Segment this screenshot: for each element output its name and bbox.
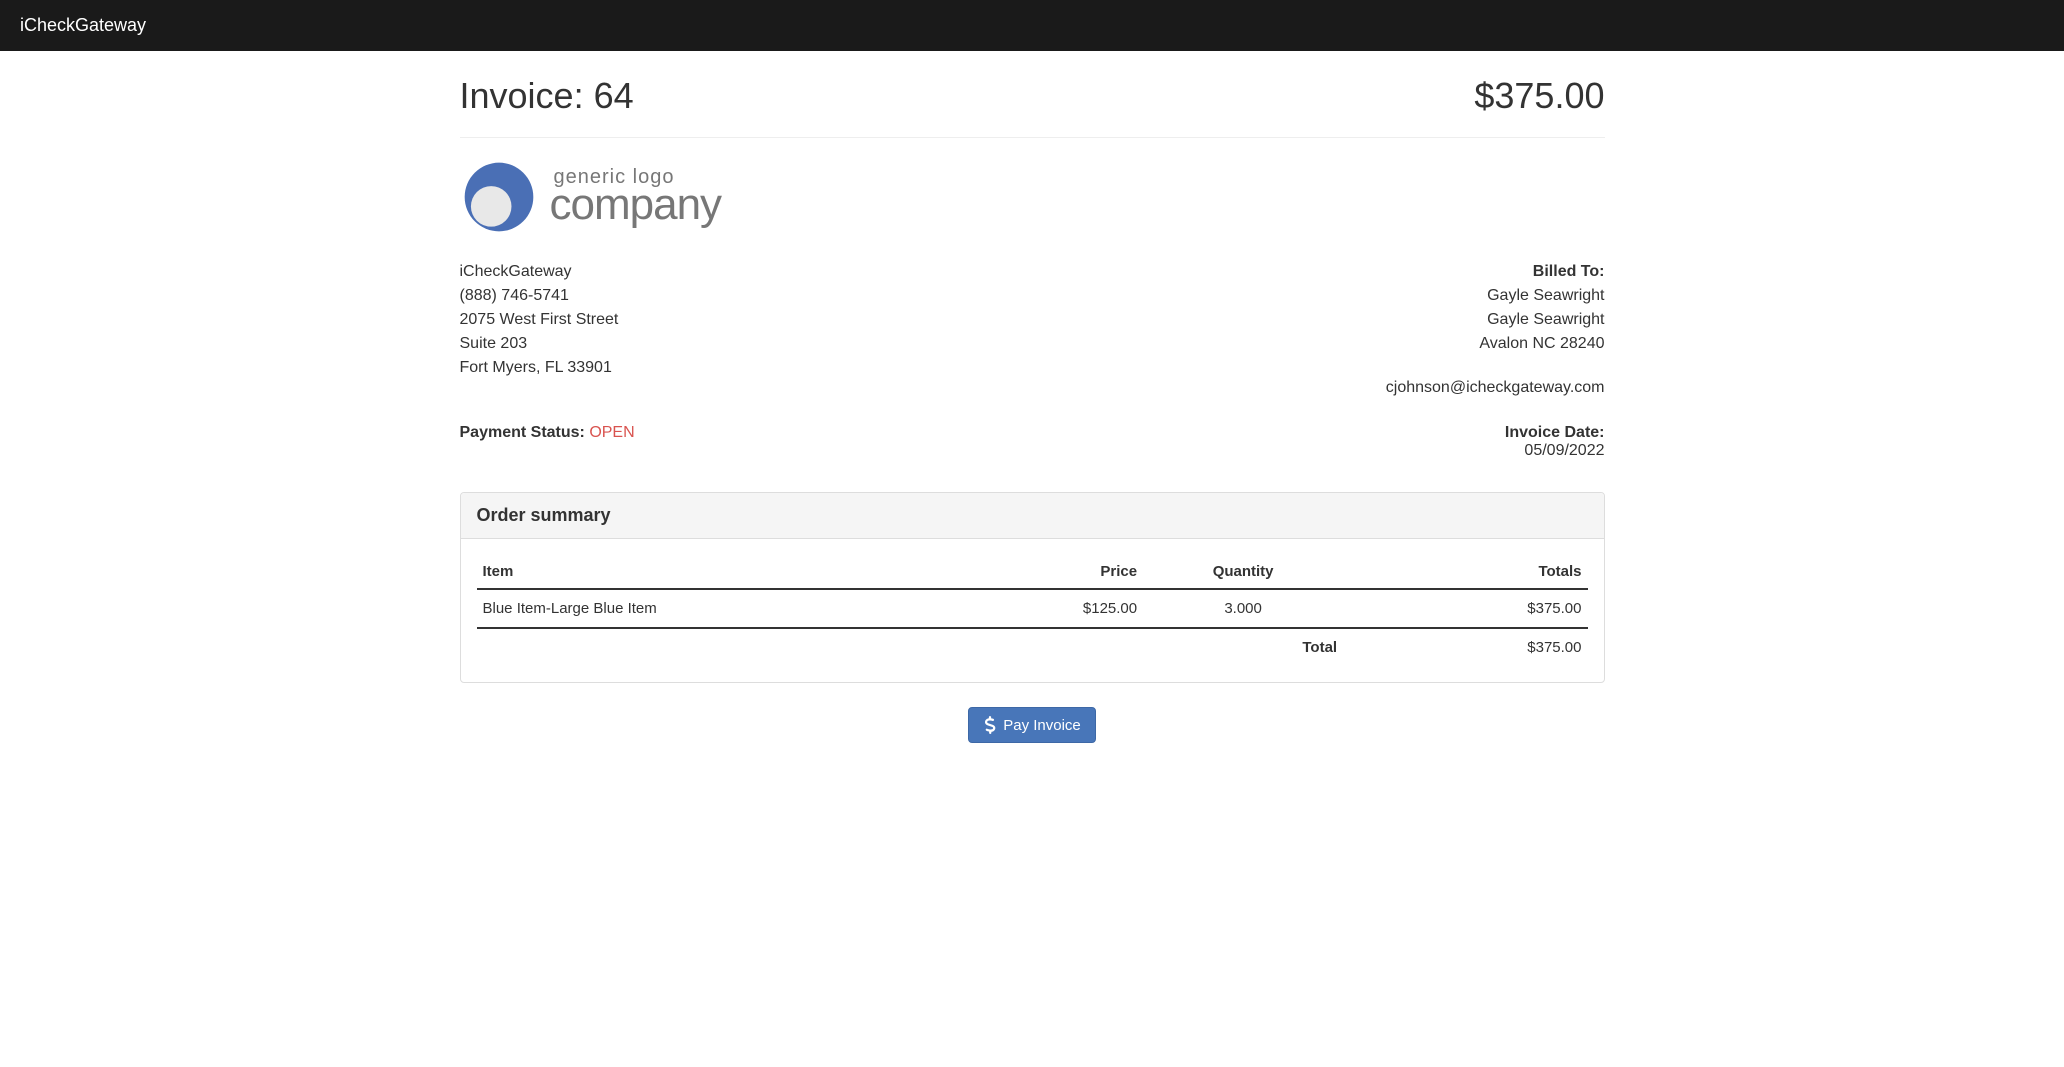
logo-icon xyxy=(460,158,538,236)
table-row: Blue Item-Large Blue Item $125.00 3.000 … xyxy=(477,589,1588,628)
row-quantity: 3.000 xyxy=(1143,589,1343,628)
order-summary-panel: Order summary Item Price Quantity Totals… xyxy=(460,492,1605,683)
billed-city: Avalon NC 28240 xyxy=(1386,332,1605,356)
invoice-title: Invoice: 64 xyxy=(460,75,634,117)
billed-email: cjohnson@icheckgateway.com xyxy=(1386,376,1605,400)
from-city: Fort Myers, FL 33901 xyxy=(460,356,619,380)
status-label: Payment Status: xyxy=(460,424,590,441)
navbar-brand[interactable]: iCheckGateway xyxy=(20,15,146,35)
pay-invoice-label: Pay Invoice xyxy=(1003,717,1081,734)
invoice-container: Invoice: 64 $375.00 generic logo company… xyxy=(445,51,1620,797)
info-row: iCheckGateway (888) 746-5741 2075 West F… xyxy=(460,260,1605,400)
date-label: Invoice Date: xyxy=(1505,424,1605,442)
status-row: Payment Status: OPEN Invoice Date: 05/09… xyxy=(460,424,1605,460)
from-addr1: 2075 West First Street xyxy=(460,308,619,332)
order-summary-heading: Order summary xyxy=(461,493,1604,539)
pay-wrap: Pay Invoice xyxy=(460,707,1605,743)
to-block: Billed To: Gayle Seawright Gayle Seawrig… xyxy=(1386,260,1605,400)
col-item: Item xyxy=(477,555,944,589)
col-totals: Totals xyxy=(1343,555,1587,589)
invoice-header: Invoice: 64 $375.00 xyxy=(460,75,1605,138)
date-block: Invoice Date: 05/09/2022 xyxy=(1505,424,1605,460)
from-name: iCheckGateway xyxy=(460,260,619,284)
navbar: iCheckGateway xyxy=(0,0,2064,51)
order-summary-table: Item Price Quantity Totals Blue Item-Lar… xyxy=(477,555,1588,666)
billed-label: Billed To: xyxy=(1386,260,1605,284)
date-value: 05/09/2022 xyxy=(1505,442,1605,460)
billed-name2: Gayle Seawright xyxy=(1386,308,1605,332)
from-block: iCheckGateway (888) 746-5741 2075 West F… xyxy=(460,260,619,400)
from-phone: (888) 746-5741 xyxy=(460,284,619,308)
billed-name1: Gayle Seawright xyxy=(1386,284,1605,308)
logo-line2: company xyxy=(550,183,722,227)
company-logo: generic logo company xyxy=(460,158,1605,236)
col-price: Price xyxy=(943,555,1143,589)
total-label: Total xyxy=(1143,628,1343,666)
logo-text: generic logo company xyxy=(550,167,722,227)
row-price: $125.00 xyxy=(943,589,1143,628)
payment-status: Payment Status: OPEN xyxy=(460,424,635,460)
status-value: OPEN xyxy=(589,424,634,441)
total-value: $375.00 xyxy=(1343,628,1587,666)
from-addr2: Suite 203 xyxy=(460,332,619,356)
row-item: Blue Item-Large Blue Item xyxy=(477,589,944,628)
invoice-amount: $375.00 xyxy=(1474,75,1604,117)
dollar-icon xyxy=(983,716,997,734)
row-total: $375.00 xyxy=(1343,589,1587,628)
col-quantity: Quantity xyxy=(1143,555,1343,589)
pay-invoice-button[interactable]: Pay Invoice xyxy=(968,707,1096,743)
order-summary-body: Item Price Quantity Totals Blue Item-Lar… xyxy=(461,539,1604,682)
